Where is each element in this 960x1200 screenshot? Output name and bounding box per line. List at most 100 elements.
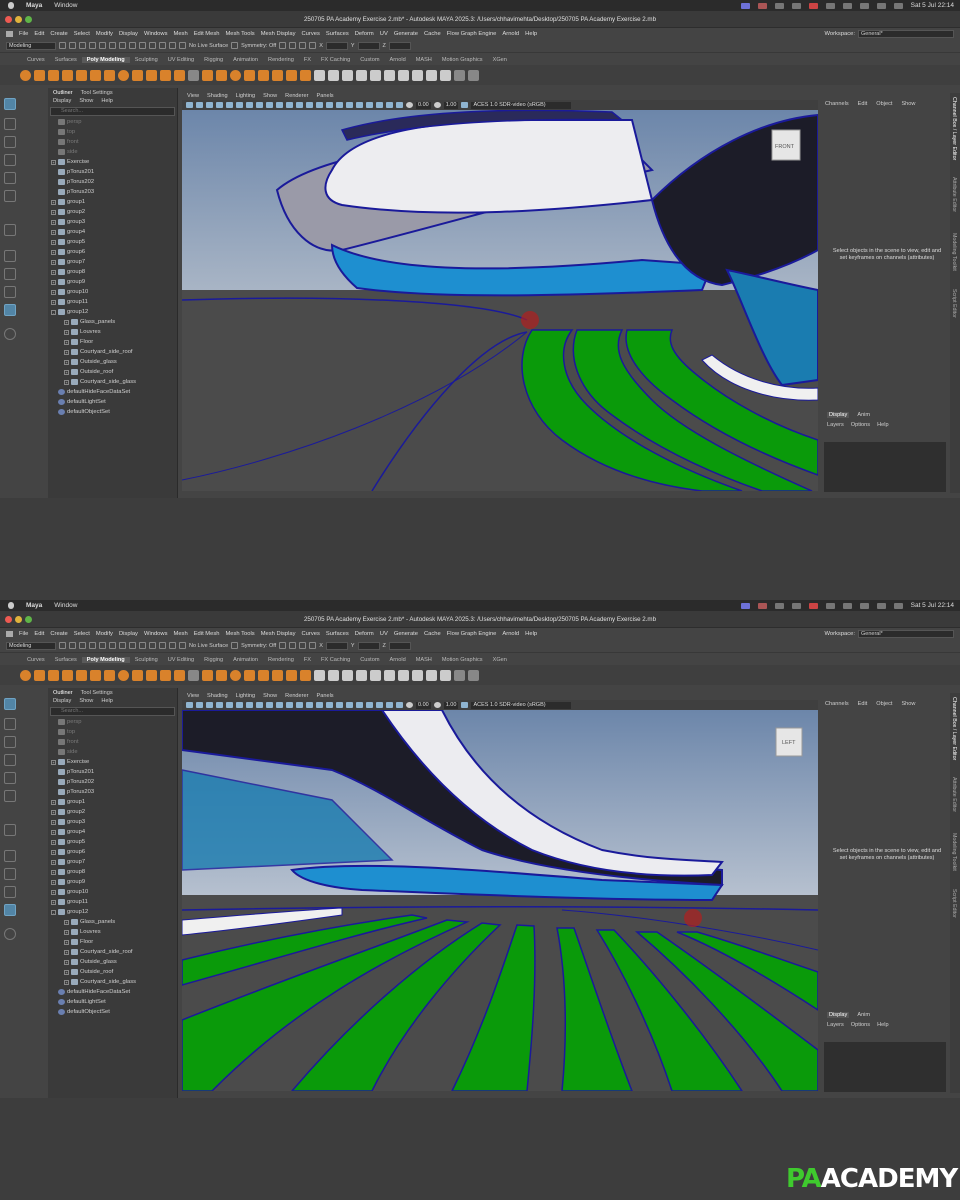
mac-window-menu[interactable]: Window — [54, 2, 77, 9]
menu-edit-mesh[interactable]: Edit Mesh — [194, 631, 220, 637]
tab-display[interactable]: Display — [827, 412, 850, 418]
clock[interactable]: Sat 5 Jul 22:14 — [911, 602, 954, 609]
last-tool-icon[interactable] — [4, 224, 16, 236]
outliner-layout-icon[interactable] — [4, 904, 16, 916]
anti-aliasing-icon[interactable] — [366, 702, 373, 708]
viewport-menu-renderer[interactable]: Renderer — [285, 693, 308, 699]
append-icon[interactable] — [300, 69, 311, 81]
menu-mesh-tools[interactable]: Mesh Tools — [225, 631, 254, 637]
mac-app-name[interactable]: Maya — [26, 602, 42, 609]
shelf-tab-rigging[interactable]: Rigging — [199, 657, 228, 663]
image-plane-icon[interactable] — [206, 702, 213, 708]
menu-mesh-tools[interactable]: Mesh Tools — [225, 31, 254, 37]
safe-action-icon[interactable] — [266, 702, 273, 708]
shelf-tab-poly-modeling[interactable]: Poly Modeling — [81, 56, 130, 63]
shelf-tab-fx-caching[interactable]: FX Caching — [316, 57, 355, 63]
move-tool-icon[interactable] — [4, 154, 16, 166]
shelf-tab-motion-graphics[interactable]: Motion Graphics — [437, 657, 488, 663]
viewport-scene[interactable]: LEFT — [182, 710, 818, 1091]
color-management-icon[interactable] — [461, 102, 469, 108]
expand-icon[interactable]: + — [64, 329, 69, 335]
list-item[interactable]: + Exercise — [48, 757, 177, 767]
connect-icon[interactable] — [356, 69, 367, 81]
quad-draw-icon[interactable] — [370, 69, 381, 81]
symmetry-icon[interactable] — [231, 42, 239, 49]
connect-icon[interactable] — [356, 669, 367, 681]
field-chart-icon[interactable] — [256, 702, 263, 708]
viewport-menu-shading[interactable]: Shading — [207, 693, 228, 699]
poly-plane-icon[interactable] — [90, 69, 101, 81]
shelf-tab-surfaces[interactable]: Surfaces — [50, 57, 82, 63]
expand-icon[interactable]: + — [64, 319, 69, 325]
list-item[interactable]: top — [48, 727, 177, 737]
select-tool-icon[interactable] — [4, 698, 16, 710]
mirror-icon[interactable] — [244, 669, 255, 681]
viewport-menu-show[interactable]: Show — [263, 693, 277, 699]
y-field[interactable] — [357, 641, 380, 650]
select-hierarchy-icon[interactable] — [109, 642, 116, 649]
avatar-icon[interactable] — [757, 602, 767, 609]
list-item[interactable]: + group4 — [48, 227, 177, 237]
apple-icon[interactable] — [8, 2, 14, 9]
expand-icon[interactable]: + — [51, 209, 56, 215]
shelf-tab-motion-graphics[interactable]: Motion Graphics — [437, 57, 488, 63]
list-item[interactable]: + Floor — [48, 937, 177, 947]
text-icon[interactable] — [160, 69, 171, 81]
home-icon[interactable] — [6, 30, 13, 37]
symmetry-label[interactable]: Symmetry: Off — [241, 43, 276, 49]
shelf-tab-animation[interactable]: Animation — [228, 57, 263, 63]
smooth-icon[interactable] — [216, 669, 227, 681]
outliner-display-menu[interactable]: Display — [53, 698, 71, 705]
resolution-gate-icon[interactable] — [236, 102, 243, 108]
auto-uv-icon[interactable] — [468, 669, 479, 681]
list-item[interactable]: + group3 — [48, 817, 177, 827]
lasso-tool-icon[interactable] — [4, 118, 16, 130]
expand-icon[interactable]: + — [51, 899, 56, 905]
menu-mesh-display[interactable]: Mesh Display — [261, 31, 296, 37]
mirror-icon[interactable] — [244, 69, 255, 81]
anti-aliasing-icon[interactable] — [366, 102, 373, 108]
offset-loop-icon[interactable] — [398, 69, 409, 81]
list-item[interactable]: + group3 — [48, 217, 177, 227]
menu-curves[interactable]: Curves — [301, 631, 319, 637]
list-item[interactable]: + group8 — [48, 267, 177, 277]
hypershade-icon[interactable] — [309, 42, 317, 49]
open-scene-icon[interactable] — [69, 642, 76, 649]
ambient-occlusion-icon[interactable] — [346, 702, 353, 708]
two-view-icon[interactable] — [4, 286, 16, 298]
list-item[interactable]: + group8 — [48, 867, 177, 877]
viewport-panel[interactable]: View Shading Lighting Show Renderer Pane… — [182, 691, 818, 1091]
expand-icon[interactable]: + — [51, 859, 56, 865]
list-item[interactable]: + Glass_panels — [48, 317, 177, 327]
select-object-icon[interactable] — [119, 642, 126, 649]
list-item[interactable]: pTorus201 — [48, 767, 177, 777]
platonic-icon[interactable] — [118, 669, 129, 681]
outliner-search-input[interactable]: Search... — [50, 707, 175, 716]
channel-menu-channels[interactable]: Channels — [825, 101, 849, 107]
expand-icon[interactable]: + — [51, 239, 56, 245]
shelf-tab-rendering[interactable]: Rendering — [263, 657, 299, 663]
textured-icon[interactable] — [316, 102, 323, 108]
menu-edit[interactable]: Edit — [34, 631, 44, 637]
bridge-icon[interactable] — [258, 669, 269, 681]
list-item[interactable]: pTorus203 — [48, 187, 177, 197]
bevel-icon[interactable] — [286, 69, 297, 81]
menu-create[interactable]: Create — [50, 31, 67, 37]
search-icon[interactable] — [876, 602, 886, 609]
camera-attributes-icon[interactable] — [186, 702, 193, 708]
expand-icon[interactable]: + — [64, 369, 69, 375]
list-item[interactable]: defaultLightSet — [48, 997, 177, 1007]
minimize-window-button[interactable] — [15, 616, 22, 623]
side-tab-modeling-toolkit[interactable]: Modeling Toolkit — [951, 233, 957, 271]
textured-icon[interactable] — [316, 702, 323, 708]
target-weld-icon[interactable] — [342, 669, 353, 681]
snap-point-icon[interactable] — [159, 642, 166, 649]
record-icon[interactable] — [808, 602, 818, 609]
shelf-tab-uv-editing[interactable]: UV Editing — [163, 657, 199, 663]
exposure-field[interactable]: 0.00 — [416, 101, 431, 109]
list-item[interactable]: + group10 — [48, 887, 177, 897]
tab-anim[interactable]: Anim — [857, 1012, 870, 1018]
list-item[interactable]: defaultObjectSet — [48, 407, 177, 417]
viewport-menu-show[interactable]: Show — [263, 93, 277, 99]
mac-window-menu[interactable]: Window — [54, 602, 77, 609]
